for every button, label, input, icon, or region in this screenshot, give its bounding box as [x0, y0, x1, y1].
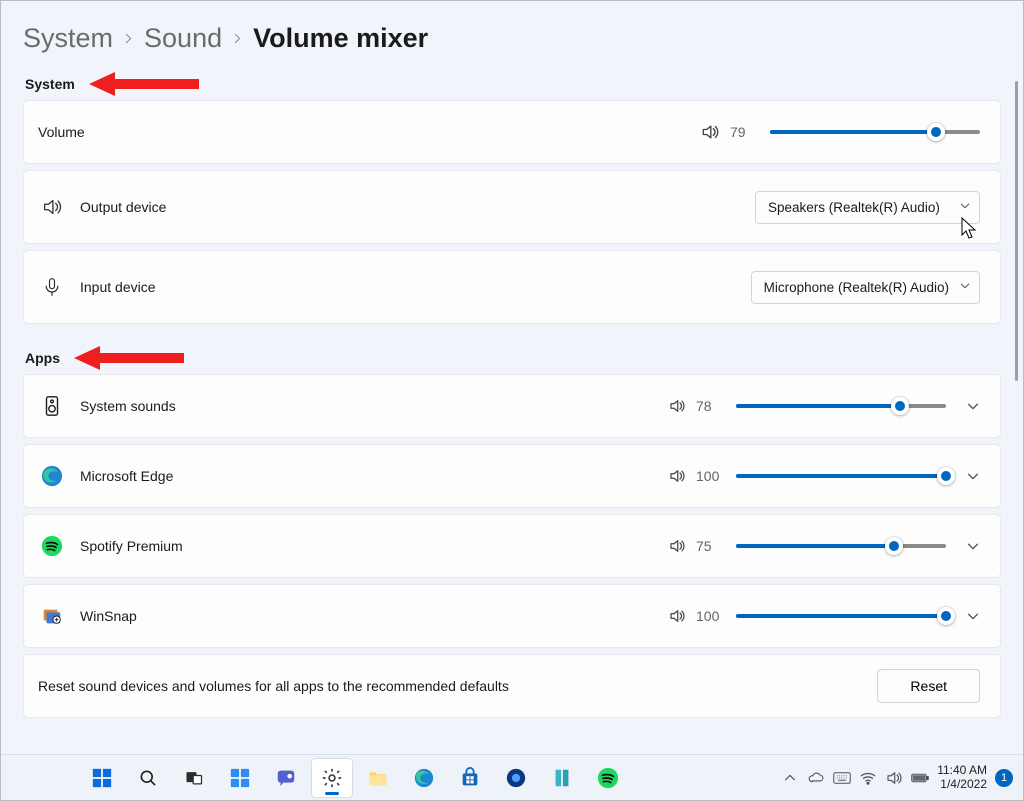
scrollbar[interactable] [1013, 81, 1021, 754]
chevron-right-icon [123, 31, 134, 49]
input-device-select[interactable]: Microphone (Realtek(R) Audio) [751, 271, 980, 304]
taskbar-explorer-icon[interactable] [357, 758, 399, 798]
expand-chevron-icon[interactable] [966, 469, 980, 483]
output-device-label: Output device [80, 199, 741, 215]
app-volume-slider[interactable] [736, 536, 946, 556]
taskbar-app-2-icon[interactable] [541, 758, 583, 798]
taskbar-start-button[interactable] [81, 758, 123, 798]
speaker-icon[interactable] [668, 467, 686, 485]
speaker-outline-icon [38, 193, 66, 221]
taskbar: 11:40 AM 1/4/2022 1 [1, 754, 1023, 800]
reset-text: Reset sound devices and volumes for all … [38, 678, 863, 694]
app-volume-card: WinSnap 100 [23, 584, 1001, 648]
microphone-icon [38, 273, 66, 301]
app-name-label: Microsoft Edge [80, 468, 654, 484]
speaker-icon[interactable] [668, 607, 686, 625]
app-icon [38, 392, 66, 420]
app-volume-card: System sounds 78 [23, 374, 1001, 438]
app-volume-value: 100 [696, 608, 726, 624]
input-device-card: Input device Microphone (Realtek(R) Audi… [23, 250, 1001, 324]
taskbar-search-icon[interactable] [127, 758, 169, 798]
taskbar-app-1-icon[interactable] [495, 758, 537, 798]
app-icon [38, 462, 66, 490]
app-volume-slider[interactable] [736, 606, 946, 626]
taskbar-taskview-icon[interactable] [173, 758, 215, 798]
speaker-icon[interactable] [668, 397, 686, 415]
expand-chevron-icon[interactable] [966, 609, 980, 623]
reset-card: Reset sound devices and volumes for all … [23, 654, 1001, 718]
volume-label: Volume [38, 124, 686, 140]
taskbar-chat-icon[interactable] [265, 758, 307, 798]
annotation-arrow-icon [74, 344, 184, 372]
app-volume-card: Spotify Premium 75 [23, 514, 1001, 578]
breadcrumb-current: Volume mixer [253, 23, 428, 54]
volume-slider[interactable] [770, 122, 980, 142]
speaker-icon[interactable] [668, 537, 686, 555]
app-icon [38, 602, 66, 630]
expand-chevron-icon[interactable] [966, 539, 980, 553]
app-volume-slider[interactable] [736, 396, 946, 416]
app-icon [38, 532, 66, 560]
app-volume-value: 100 [696, 468, 726, 484]
taskbar-widgets-icon[interactable] [219, 758, 261, 798]
output-device-select[interactable]: Speakers (Realtek(R) Audio) [755, 191, 980, 224]
taskbar-store-icon[interactable] [449, 758, 491, 798]
chevron-down-icon [959, 200, 971, 215]
volume-value: 79 [730, 124, 760, 140]
taskbar-settings-icon[interactable] [311, 758, 353, 798]
chevron-down-icon [959, 280, 971, 295]
chevron-right-icon [232, 31, 243, 49]
section-label-apps: Apps [25, 350, 60, 366]
expand-chevron-icon[interactable] [966, 399, 980, 413]
app-name-label: WinSnap [80, 608, 654, 624]
app-name-label: Spotify Premium [80, 538, 654, 554]
breadcrumb-sound[interactable]: Sound [144, 23, 222, 54]
reset-button[interactable]: Reset [877, 669, 980, 703]
system-volume-card: Volume 79 [23, 100, 1001, 164]
app-volume-slider[interactable] [736, 466, 946, 486]
app-volume-card: Microsoft Edge 100 [23, 444, 1001, 508]
breadcrumb: System Sound Volume mixer [23, 19, 1001, 76]
taskbar-spotify-icon[interactable] [587, 758, 629, 798]
app-volume-value: 75 [696, 538, 726, 554]
app-name-label: System sounds [80, 398, 654, 414]
app-volume-value: 78 [696, 398, 726, 414]
speaker-icon[interactable] [700, 122, 720, 142]
taskbar-edge-icon[interactable] [403, 758, 445, 798]
section-label-system: System [25, 76, 75, 92]
breadcrumb-system[interactable]: System [23, 23, 113, 54]
output-device-card: Output device Speakers (Realtek(R) Audio… [23, 170, 1001, 244]
input-device-label: Input device [80, 279, 737, 295]
